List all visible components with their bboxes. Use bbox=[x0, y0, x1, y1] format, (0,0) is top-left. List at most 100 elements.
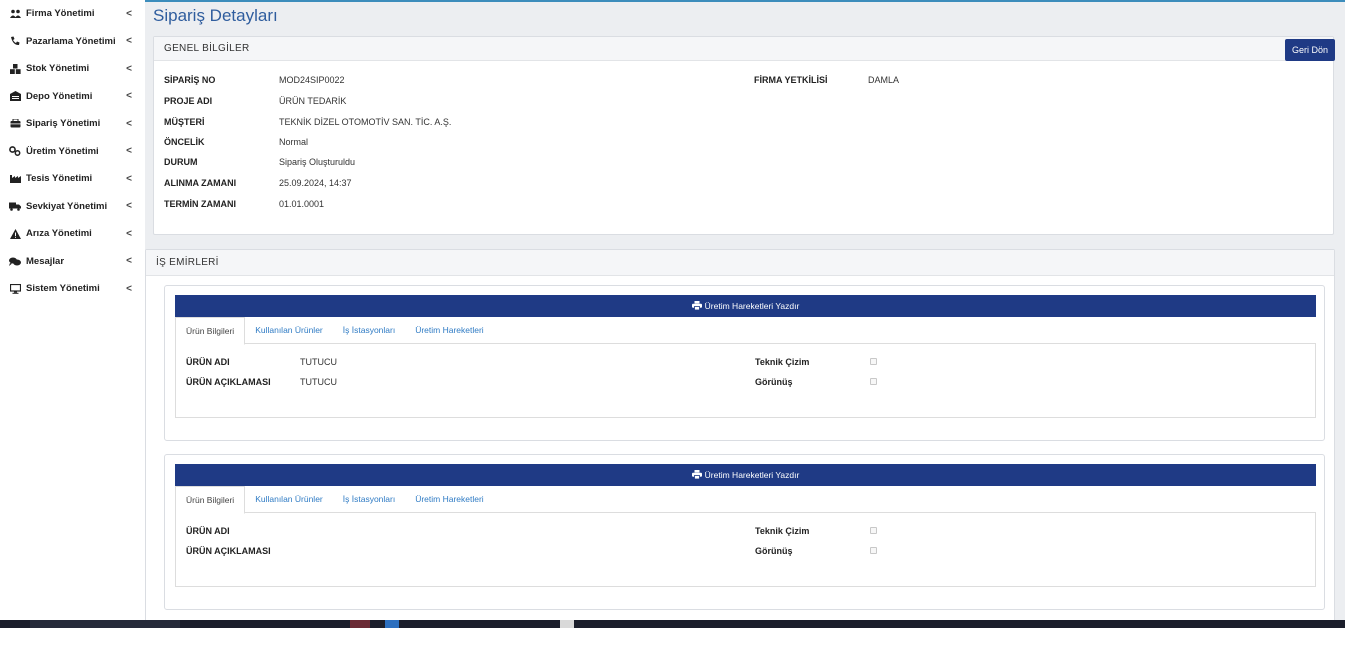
field-value: 25.09.2024, 14:37 bbox=[279, 178, 352, 188]
phone-icon bbox=[8, 36, 22, 46]
warning-icon bbox=[8, 228, 22, 239]
tab-used-products[interactable]: Kullanılan Ürünler bbox=[245, 317, 333, 343]
taskbar-app-icon[interactable] bbox=[560, 620, 574, 628]
tab-product-info[interactable]: Ürün Bilgileri bbox=[175, 317, 246, 345]
chevron-left-icon: < bbox=[126, 35, 132, 47]
field-label: MÜŞTERİ bbox=[164, 117, 205, 127]
work-orders-header: İŞ EMİRLERİ bbox=[146, 250, 1334, 276]
field-label: ÖNCELİK bbox=[164, 137, 205, 147]
sidebar-item-label: Mesajlar bbox=[26, 255, 65, 267]
technical-drawing-label: Teknik Çizim bbox=[755, 357, 810, 367]
product-desc-label: ÜRÜN AÇIKLAMASI bbox=[186, 546, 271, 556]
sidebar-item-label: Stok Yönetimi bbox=[26, 63, 90, 75]
field-value: 01.01.0001 bbox=[279, 199, 325, 209]
sidebar-item-sevkiyat[interactable]: Sevkiyat Yönetimi < bbox=[0, 193, 145, 221]
sidebar-item-label: Tesis Yönetimi bbox=[26, 173, 93, 185]
technical-drawing-checkbox[interactable] bbox=[870, 358, 877, 365]
general-info-box: GENEL BİLGİLER SİPARİŞ NO MOD24SIP0022 P… bbox=[153, 36, 1334, 235]
view-checkbox[interactable] bbox=[870, 547, 877, 554]
taskbar-search[interactable] bbox=[30, 620, 180, 628]
print-label: Üretim Hareketleri Yazdır bbox=[704, 301, 800, 311]
sidebar-item-tesis[interactable]: Tesis Yönetimi < bbox=[0, 165, 145, 193]
tab-work-stations[interactable]: İş İstasyonları bbox=[333, 317, 405, 343]
field-label: TERMİN ZAMANI bbox=[164, 199, 236, 209]
product-desc-label: ÜRÜN AÇIKLAMASI bbox=[186, 377, 271, 387]
work-order-tabs: Ürün Bilgileri Kullanılan Ürünler İş İst… bbox=[175, 486, 1316, 514]
tab-work-stations[interactable]: İş İstasyonları bbox=[333, 486, 405, 512]
field-value: Normal bbox=[279, 137, 309, 147]
desktop-icon bbox=[8, 283, 22, 294]
chevron-left-icon: < bbox=[126, 63, 132, 75]
general-info-header: GENEL BİLGİLER bbox=[154, 37, 1333, 61]
sidebar-item-label: Üretim Yönetimi bbox=[26, 145, 99, 157]
technical-drawing-label: Teknik Çizim bbox=[755, 526, 810, 536]
field-label: DURUM bbox=[164, 157, 198, 167]
main-content: Sipariş Detayları GENEL BİLGİLER SİPARİŞ… bbox=[145, 0, 1345, 620]
tab-product-info[interactable]: Ürün Bilgileri bbox=[175, 486, 246, 514]
chevron-left-icon: < bbox=[126, 173, 132, 185]
page-title: Sipariş Detayları bbox=[153, 6, 278, 25]
sidebar-item-uretim[interactable]: Üretim Yönetimi < bbox=[0, 138, 145, 166]
field-label: FİRMA YETKİLİSİ bbox=[754, 75, 828, 85]
boxes-icon bbox=[8, 63, 22, 74]
chevron-left-icon: < bbox=[126, 200, 132, 212]
print-icon bbox=[691, 469, 702, 481]
sidebar-item-stok[interactable]: Stok Yönetimi < bbox=[0, 55, 145, 83]
messages-icon bbox=[8, 257, 22, 266]
chevron-left-icon: < bbox=[126, 255, 132, 267]
sidebar-item-label: Arıza Yönetimi bbox=[26, 228, 92, 240]
product-name-value: TUTUCU bbox=[300, 357, 337, 367]
view-checkbox[interactable] bbox=[870, 378, 877, 385]
product-name-label: ÜRÜN ADI bbox=[186, 526, 230, 536]
sidebar-item-pazarlama[interactable]: Pazarlama Yönetimi < bbox=[0, 28, 145, 56]
print-production-moves-button[interactable]: Üretim Hareketleri Yazdır bbox=[175, 464, 1316, 486]
sidebar: Firma Yönetimi < Pazarlama Yönetimi < St… bbox=[0, 0, 145, 620]
product-info-panel: ÜRÜN ADI ÜRÜN AÇIKLAMASI Teknik Çizim Gö… bbox=[175, 512, 1316, 587]
sidebar-item-label: Sistem Yönetimi bbox=[26, 283, 100, 295]
chevron-left-icon: < bbox=[126, 283, 132, 295]
print-production-moves-button[interactable]: Üretim Hareketleri Yazdır bbox=[175, 295, 1316, 317]
product-desc-value: TUTUCU bbox=[300, 377, 337, 387]
field-value: MOD24SIP0022 bbox=[279, 75, 345, 85]
tab-production-moves[interactable]: Üretim Hareketleri bbox=[405, 317, 494, 343]
sidebar-item-label: Depo Yönetimi bbox=[26, 90, 93, 102]
truck-icon bbox=[8, 202, 22, 211]
field-value: Sipariş Oluşturuldu bbox=[279, 157, 356, 167]
sidebar-item-label: Pazarlama Yönetimi bbox=[26, 35, 116, 47]
field-value: ÜRÜN TEDARİK bbox=[279, 96, 347, 106]
print-icon bbox=[691, 300, 702, 312]
tab-production-moves[interactable]: Üretim Hareketleri bbox=[405, 486, 494, 512]
chevron-left-icon: < bbox=[126, 90, 132, 102]
back-button[interactable]: Geri Dön bbox=[1284, 39, 1335, 61]
field-label: ALINMA ZAMANI bbox=[164, 178, 237, 188]
taskbar-app-icon[interactable] bbox=[350, 620, 370, 628]
top-accent-line bbox=[145, 0, 1345, 2]
sidebar-item-mesajlar[interactable]: Mesajlar < bbox=[0, 248, 145, 276]
sidebar-item-siparis[interactable]: Sipariş Yönetimi < bbox=[0, 110, 145, 138]
sidebar-item-label: Firma Yönetimi bbox=[26, 8, 95, 20]
product-info-panel: ÜRÜN ADI TUTUCU ÜRÜN AÇIKLAMASI TUTUCU T… bbox=[175, 343, 1316, 418]
print-label: Üretim Hareketleri Yazdır bbox=[704, 470, 800, 480]
cart-icon bbox=[8, 119, 22, 128]
technical-drawing-checkbox[interactable] bbox=[870, 527, 877, 534]
taskbar bbox=[0, 620, 1345, 628]
sidebar-item-ariza[interactable]: Arıza Yönetimi < bbox=[0, 220, 145, 248]
chevron-left-icon: < bbox=[126, 228, 132, 240]
sidebar-item-firma[interactable]: Firma Yönetimi < bbox=[0, 0, 145, 28]
sidebar-item-sistem[interactable]: Sistem Yönetimi < bbox=[0, 275, 145, 303]
taskbar-app-icon[interactable] bbox=[385, 620, 399, 628]
field-label: SİPARİŞ NO bbox=[164, 75, 216, 85]
chevron-left-icon: < bbox=[126, 8, 132, 20]
chevron-left-icon: < bbox=[126, 118, 132, 130]
view-label: Görünüş bbox=[755, 546, 793, 556]
work-order-tabs: Ürün Bilgileri Kullanılan Ürünler İş İst… bbox=[175, 317, 1316, 345]
sidebar-item-depo[interactable]: Depo Yönetimi < bbox=[0, 83, 145, 111]
field-value: TEKNİK DİZEL OTOMOTİV SAN. TİC. A.Ş. bbox=[279, 117, 452, 127]
chevron-left-icon: < bbox=[126, 145, 132, 157]
tab-used-products[interactable]: Kullanılan Ürünler bbox=[245, 486, 333, 512]
field-value: DAMLA bbox=[868, 75, 900, 85]
work-order-card: Üretim Hareketleri Yazdır Ürün Bilgileri… bbox=[164, 454, 1325, 610]
warehouse-icon bbox=[8, 91, 22, 102]
view-label: Görünüş bbox=[755, 377, 793, 387]
cogs-icon bbox=[8, 146, 22, 157]
